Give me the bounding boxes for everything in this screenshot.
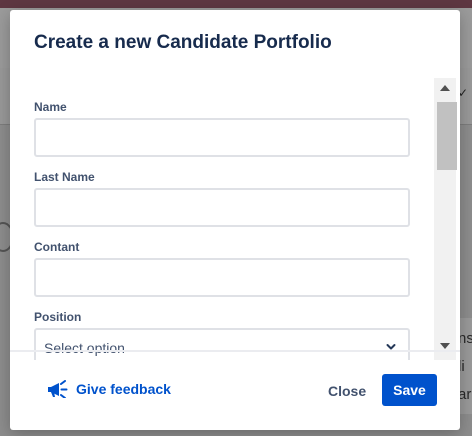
background-text: ns <box>458 330 472 347</box>
contant-label: Contant <box>34 240 80 254</box>
position-select-placeholder: Select option <box>44 340 125 356</box>
form-scroll-area[interactable]: Name Last Name Contant Position Select o… <box>10 78 460 360</box>
form-scrollbar[interactable] <box>434 78 457 360</box>
footer-divider <box>10 350 460 352</box>
name-input[interactable] <box>34 118 410 157</box>
dialog-title: Create a new Candidate Portfolio <box>34 32 332 53</box>
last-name-input[interactable] <box>34 188 410 227</box>
megaphone-icon <box>48 380 68 398</box>
close-button[interactable]: Close <box>318 375 376 407</box>
give-feedback-label: Give feedback <box>76 381 171 397</box>
background-text: ar <box>458 386 472 403</box>
scroll-down-arrow-icon[interactable] <box>440 343 450 349</box>
scroll-thumb[interactable] <box>437 102 457 170</box>
position-label: Position <box>34 310 82 324</box>
give-feedback-link[interactable]: Give feedback <box>46 380 171 398</box>
last-name-label: Last Name <box>34 170 95 184</box>
scroll-up-arrow-icon[interactable] <box>440 85 450 91</box>
name-label: Name <box>34 100 67 114</box>
create-portfolio-dialog: Create a new Candidate Portfolio Name La… <box>10 10 460 430</box>
background-top-bar <box>0 0 472 8</box>
contant-input[interactable] <box>34 258 410 297</box>
save-button[interactable]: Save <box>382 374 437 406</box>
position-select[interactable]: Select option <box>34 328 410 360</box>
